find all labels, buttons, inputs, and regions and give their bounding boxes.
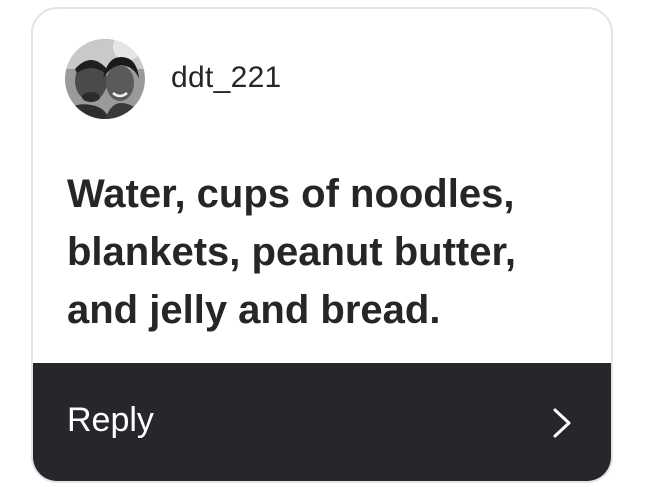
reply-label: Reply (67, 401, 154, 439)
comment-text: Water, cups of noodles, blankets, peanut… (67, 172, 516, 332)
comment-header: ddt_221 (33, 9, 611, 149)
avatar[interactable] (65, 39, 145, 119)
profile-photo-icon (65, 39, 145, 119)
username[interactable]: ddt_221 (171, 61, 282, 95)
reply-button[interactable]: Reply (33, 363, 611, 481)
comment-card: ddt_221 Water, cups of noodles, blankets… (31, 7, 613, 483)
chevron-right-icon (553, 408, 571, 438)
